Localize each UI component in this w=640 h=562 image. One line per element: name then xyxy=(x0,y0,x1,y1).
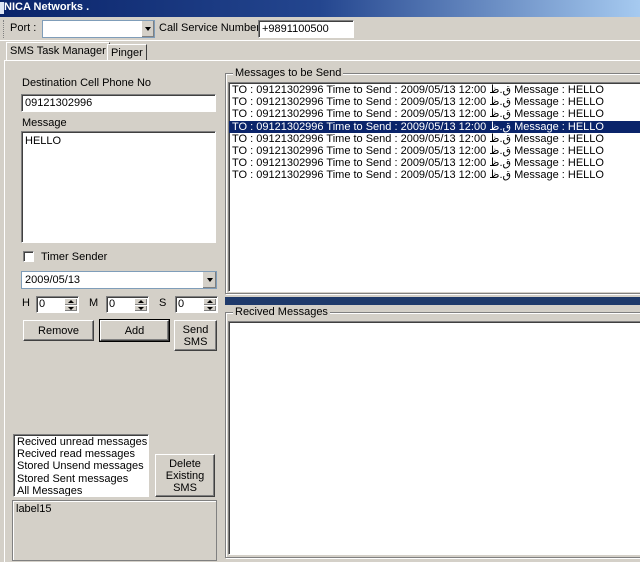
port-label: Port : xyxy=(10,22,37,34)
filter-item[interactable]: Recived unread messages xyxy=(14,436,148,448)
arrow-down-icon xyxy=(207,306,213,310)
destination-label: Destination Cell Phone No xyxy=(22,77,152,89)
second-down-button[interactable] xyxy=(203,304,216,311)
message-row[interactable]: TO : 09121302996 Time to Send : 2009/05/… xyxy=(229,169,640,181)
hour-label: H xyxy=(22,297,30,309)
messages-to-send-title: Messages to be Send xyxy=(233,67,344,79)
arrow-down-icon xyxy=(138,306,144,310)
message-label: Message xyxy=(22,117,67,129)
message-row[interactable]: TO : 09121302996 Time to Send : 2009/05/… xyxy=(229,108,640,120)
destination-input[interactable]: 09121302996 xyxy=(21,94,216,112)
date-dropdown-button[interactable] xyxy=(202,272,216,288)
toolbar-grip[interactable] xyxy=(3,20,6,38)
filter-item[interactable]: All Messages xyxy=(14,485,148,496)
status-panel: label15 xyxy=(12,500,217,561)
timer-sender-checkbox[interactable] xyxy=(23,251,34,262)
date-value: 2009/05/13 xyxy=(25,274,81,286)
call-service-label: Call Service Number : xyxy=(159,22,266,34)
chevron-down-icon xyxy=(145,27,151,31)
splitter[interactable] xyxy=(225,297,640,305)
message-textarea[interactable]: HELLO xyxy=(21,131,216,243)
filter-item[interactable]: Recived read messages xyxy=(14,448,148,460)
arrow-up-icon xyxy=(138,300,144,304)
toolbar: Port : Call Service Number : +9891100500 xyxy=(0,17,640,41)
second-label: S xyxy=(159,297,167,309)
add-button[interactable]: Add xyxy=(99,319,170,342)
tab-sms-task-manager[interactable]: SMS Task Manager xyxy=(6,42,110,61)
message-row[interactable]: TO : 09121302996 Time to Send : 2009/05/… xyxy=(229,145,640,157)
second-value: 0 xyxy=(178,298,185,310)
delete-existing-sms-button[interactable]: Delete Existing SMS xyxy=(155,454,215,497)
message-row[interactable]: TO : 09121302996 Time to Send : 2009/05/… xyxy=(229,96,640,108)
message-row[interactable]: TO : 09121302996 Time to Send : 2009/05/… xyxy=(229,120,640,133)
port-dropdown-button[interactable] xyxy=(141,21,154,37)
arrow-down-icon xyxy=(68,306,74,310)
second-spinner[interactable]: 0 xyxy=(175,296,218,313)
minute-spinner[interactable]: 0 xyxy=(106,296,149,313)
message-row[interactable]: TO : 09121302996 Time to Send : 2009/05/… xyxy=(229,133,640,145)
message-row[interactable]: TO : 09121302996 Time to Send : 2009/05/… xyxy=(229,157,640,169)
chevron-down-icon xyxy=(206,278,213,282)
message-filter-list[interactable]: Recived unread messages Recived read mes… xyxy=(13,434,149,497)
timer-sender-label: Timer Sender xyxy=(41,251,108,263)
filter-item[interactable]: Stored Sent messages xyxy=(14,473,148,485)
remove-button[interactable]: Remove xyxy=(23,320,94,341)
send-sms-button[interactable]: Send SMS xyxy=(174,320,217,351)
message-row[interactable]: TO : 09121302996 Time to Send : 2009/05/… xyxy=(229,84,640,96)
tab-pinger[interactable]: Pinger xyxy=(107,44,147,61)
minute-value: 0 xyxy=(109,298,116,310)
hour-spinner[interactable]: 0 xyxy=(36,296,79,313)
minute-label: M xyxy=(89,297,99,309)
arrow-up-icon xyxy=(68,300,74,304)
received-messages-title: Recived Messages xyxy=(233,306,330,318)
title-bar: NICA Networks . xyxy=(0,0,640,17)
arrow-up-icon xyxy=(207,300,213,304)
received-messages-list[interactable] xyxy=(228,321,640,555)
status-label: label15 xyxy=(16,503,52,515)
filter-item[interactable]: Stored Unsend messages xyxy=(14,460,148,472)
hour-value: 0 xyxy=(39,298,46,310)
call-service-input[interactable]: +9891100500 xyxy=(258,20,354,38)
port-select[interactable] xyxy=(42,20,155,38)
messages-to-send-list[interactable]: TO : 09121302996 Time to Send : 2009/05/… xyxy=(228,82,640,292)
window-title: NICA Networks . xyxy=(4,1,90,13)
date-picker[interactable]: 2009/05/13 xyxy=(21,271,217,289)
hour-down-button[interactable] xyxy=(64,304,77,311)
minute-down-button[interactable] xyxy=(134,304,147,311)
